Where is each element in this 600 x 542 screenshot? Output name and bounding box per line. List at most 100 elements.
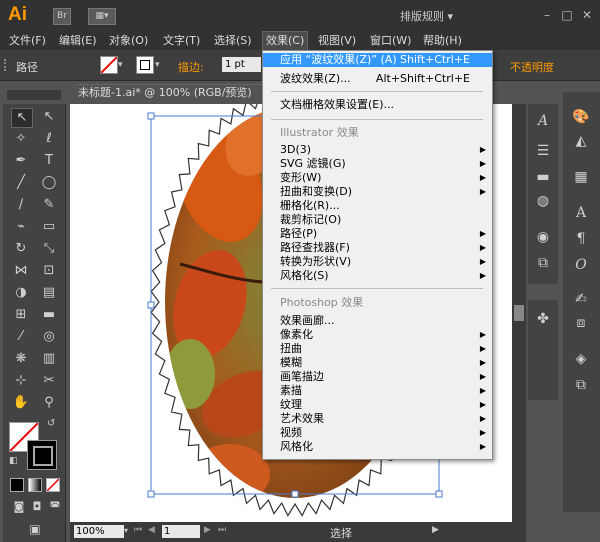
effect-path-item[interactable]: 路径(P) ▶ — [263, 227, 492, 241]
prev-artboard-icon[interactable]: ◀ — [148, 525, 155, 535]
none-mode-button[interactable] — [46, 478, 60, 492]
gradient-panel-icon[interactable]: ▬ — [532, 166, 554, 188]
opentype-panel-icon[interactable]: A — [570, 202, 592, 224]
stroke-swatch[interactable] — [136, 56, 154, 74]
minimize-button[interactable]: – — [538, 6, 556, 24]
effect-3d-item[interactable]: 3D(3) ▶ — [263, 143, 492, 157]
effect-video-item[interactable]: 视频 ▶ — [263, 426, 492, 440]
pen-tool-icon[interactable]: ✒ — [11, 152, 31, 170]
shape-builder-tool-icon[interactable]: ◑ — [11, 284, 31, 302]
last-effect-item[interactable]: 波纹效果(Z)... Alt+Shift+Ctrl+E — [263, 72, 492, 86]
menu-help[interactable]: 帮助(H) — [420, 32, 465, 50]
last-artboard-icon[interactable]: ⏭ — [218, 525, 226, 535]
apply-last-effect-item[interactable]: 应用 “波纹效果(Z)” (A) Shift+Ctrl+E — [263, 53, 492, 67]
fill-swatch[interactable] — [100, 56, 118, 74]
effect-ps-stylize-item[interactable]: 风格化 ▶ — [263, 440, 492, 454]
color-mode-button[interactable] — [10, 478, 24, 492]
artboard-tool-icon[interactable]: ⊹ — [11, 372, 31, 390]
next-artboard-icon[interactable]: ▶ — [204, 525, 211, 535]
zoom-level-field[interactable]: 100% — [74, 525, 124, 538]
first-artboard-icon[interactable]: ⏮ — [134, 525, 142, 535]
color-panel-icon[interactable]: 🎨 — [570, 106, 592, 128]
menu-file[interactable]: 文件(F) — [6, 32, 49, 50]
bridge-button[interactable]: Br — [53, 8, 71, 25]
effect-rasterize-item[interactable]: 栅格化(R)... — [263, 199, 492, 213]
direct-selection-tool-icon[interactable]: ↖ — [39, 108, 59, 126]
opacity-label[interactable]: 不透明度 — [510, 59, 554, 75]
document-tab[interactable]: 未标题-1.ai* @ 100% (RGB/预览) — [72, 84, 268, 102]
effect-blur-item[interactable]: 模糊 ▶ — [263, 356, 492, 370]
blend-tool-icon[interactable]: ◎ — [39, 328, 59, 346]
menu-effect[interactable]: 效果(C) — [262, 31, 309, 51]
swatches-panel-icon[interactable]: ▦ — [570, 166, 592, 188]
draw-inside-icon[interactable]: ◚ — [45, 498, 65, 516]
opentype-o-panel-icon[interactable]: O — [570, 254, 592, 276]
effect-crop-marks-item[interactable]: 裁剪标记(O) — [263, 213, 492, 227]
menu-edit[interactable]: 编辑(E) — [56, 32, 100, 50]
draw-behind-icon[interactable]: ◘ — [27, 498, 47, 516]
eyedropper-tool-icon[interactable]: ⁄ — [11, 328, 31, 346]
draw-normal-icon[interactable]: ◙ — [9, 498, 29, 516]
lasso-tool-icon[interactable]: ℓ — [39, 130, 59, 148]
rotate-tool-icon[interactable]: ↻ — [11, 240, 31, 258]
effect-stylize-item[interactable]: 风格化(S) ▶ — [263, 269, 492, 283]
stroke-weight-input[interactable]: 1 pt — [222, 57, 261, 72]
align-panel-icon[interactable]: ⧈ — [570, 312, 592, 334]
scale-tool-icon[interactable]: ⤡ — [39, 240, 59, 258]
zoom-dropdown-arrow[interactable]: ▾ — [124, 526, 128, 535]
blob-brush-tool-icon[interactable]: ⌁ — [11, 218, 31, 236]
magic-wand-tool-icon[interactable]: ✧ — [11, 130, 31, 148]
workspace-switcher[interactable]: 排版规则 ▾ — [400, 8, 453, 24]
graphic-styles-panel-icon[interactable]: ⧉ — [532, 252, 554, 274]
effect-pixelate-item[interactable]: 像素化 ▶ — [263, 328, 492, 342]
menu-type[interactable]: 文字(T) — [160, 32, 203, 50]
paragraph-panel-icon[interactable]: ☰ — [532, 140, 554, 162]
line-tool-icon[interactable]: ╱ — [11, 174, 31, 192]
menu-window[interactable]: 窗口(W) — [367, 32, 414, 50]
effect-distort-transform-item[interactable]: 扭曲和变换(D) ▶ — [263, 185, 492, 199]
zoom-tool-icon[interactable]: ⚲ — [39, 394, 59, 412]
stroke-color-box[interactable] — [27, 440, 57, 470]
column-graph-tool-icon[interactable]: ▥ — [39, 350, 59, 368]
color-guide-panel-icon[interactable]: ◭ — [570, 130, 592, 152]
slice-tool-icon[interactable]: ✂ — [39, 372, 59, 390]
symbols-panel-icon[interactable]: ✤ — [532, 308, 554, 330]
width-tool-icon[interactable]: ⋈ — [11, 262, 31, 280]
default-colors-icon[interactable]: ◧ — [9, 456, 18, 466]
mesh-tool-icon[interactable]: ⊞ — [11, 306, 31, 324]
fill-dropdown-arrow[interactable]: ▾ — [118, 60, 123, 70]
hand-tool-icon[interactable]: ✋ — [11, 394, 31, 412]
effect-convert-to-shape-item[interactable]: 转换为形状(V) ▶ — [263, 255, 492, 269]
glyphs-panel-icon[interactable]: ¶ — [570, 228, 592, 250]
effect-ps-distort-item[interactable]: 扭曲 ▶ — [263, 342, 492, 356]
appearance-panel-icon[interactable]: ◉ — [532, 226, 554, 248]
maximize-button[interactable]: □ — [558, 6, 576, 24]
effect-warp-item[interactable]: 变形(W) ▶ — [263, 171, 492, 185]
stroke-weight-label[interactable]: 描边: — [178, 59, 204, 75]
brushes-panel-icon[interactable]: ✍ — [570, 288, 592, 310]
selection-tool-icon[interactable]: ↖ — [11, 108, 33, 128]
symbol-sprayer-tool-icon[interactable]: ❋ — [11, 350, 31, 368]
vertical-scroll-thumb[interactable] — [514, 305, 524, 321]
stroke-dropdown-arrow[interactable]: ▾ — [155, 60, 160, 70]
menu-select[interactable]: 选择(S) — [211, 32, 255, 50]
menu-object[interactable]: 对象(O) — [106, 32, 151, 50]
layers-panel-icon[interactable]: ◈ — [570, 348, 592, 370]
free-transform-tool-icon[interactable]: ⊡ — [39, 262, 59, 280]
effect-artistic-item[interactable]: 艺术效果 ▶ — [263, 412, 492, 426]
gradient-mode-button[interactable] — [28, 478, 42, 492]
transparency-panel-icon[interactable]: ◍ — [532, 190, 554, 212]
pencil-tool-icon[interactable]: ✎ — [39, 196, 59, 214]
gradient-tool-icon[interactable]: ▬ — [39, 306, 59, 324]
status-menu-arrow[interactable]: ▶ — [432, 525, 439, 535]
ellipse-tool-icon[interactable]: ◯ — [39, 174, 59, 192]
artboard-number-field[interactable]: 1 — [162, 525, 200, 538]
menu-view[interactable]: 视图(V) — [315, 32, 359, 50]
character-panel-icon[interactable]: A — [532, 110, 554, 132]
effect-brush-strokes-item[interactable]: 画笔描边 ▶ — [263, 370, 492, 384]
effect-sketch-item[interactable]: 素描 ▶ — [263, 384, 492, 398]
swap-fill-stroke-icon[interactable]: ↺ — [47, 418, 55, 429]
eraser-tool-icon[interactable]: ▭ — [39, 218, 59, 236]
raster-effects-settings-item[interactable]: 文档栅格效果设置(E)... — [263, 98, 492, 112]
effect-svg-filters-item[interactable]: SVG 滤镜(G) ▶ — [263, 157, 492, 171]
